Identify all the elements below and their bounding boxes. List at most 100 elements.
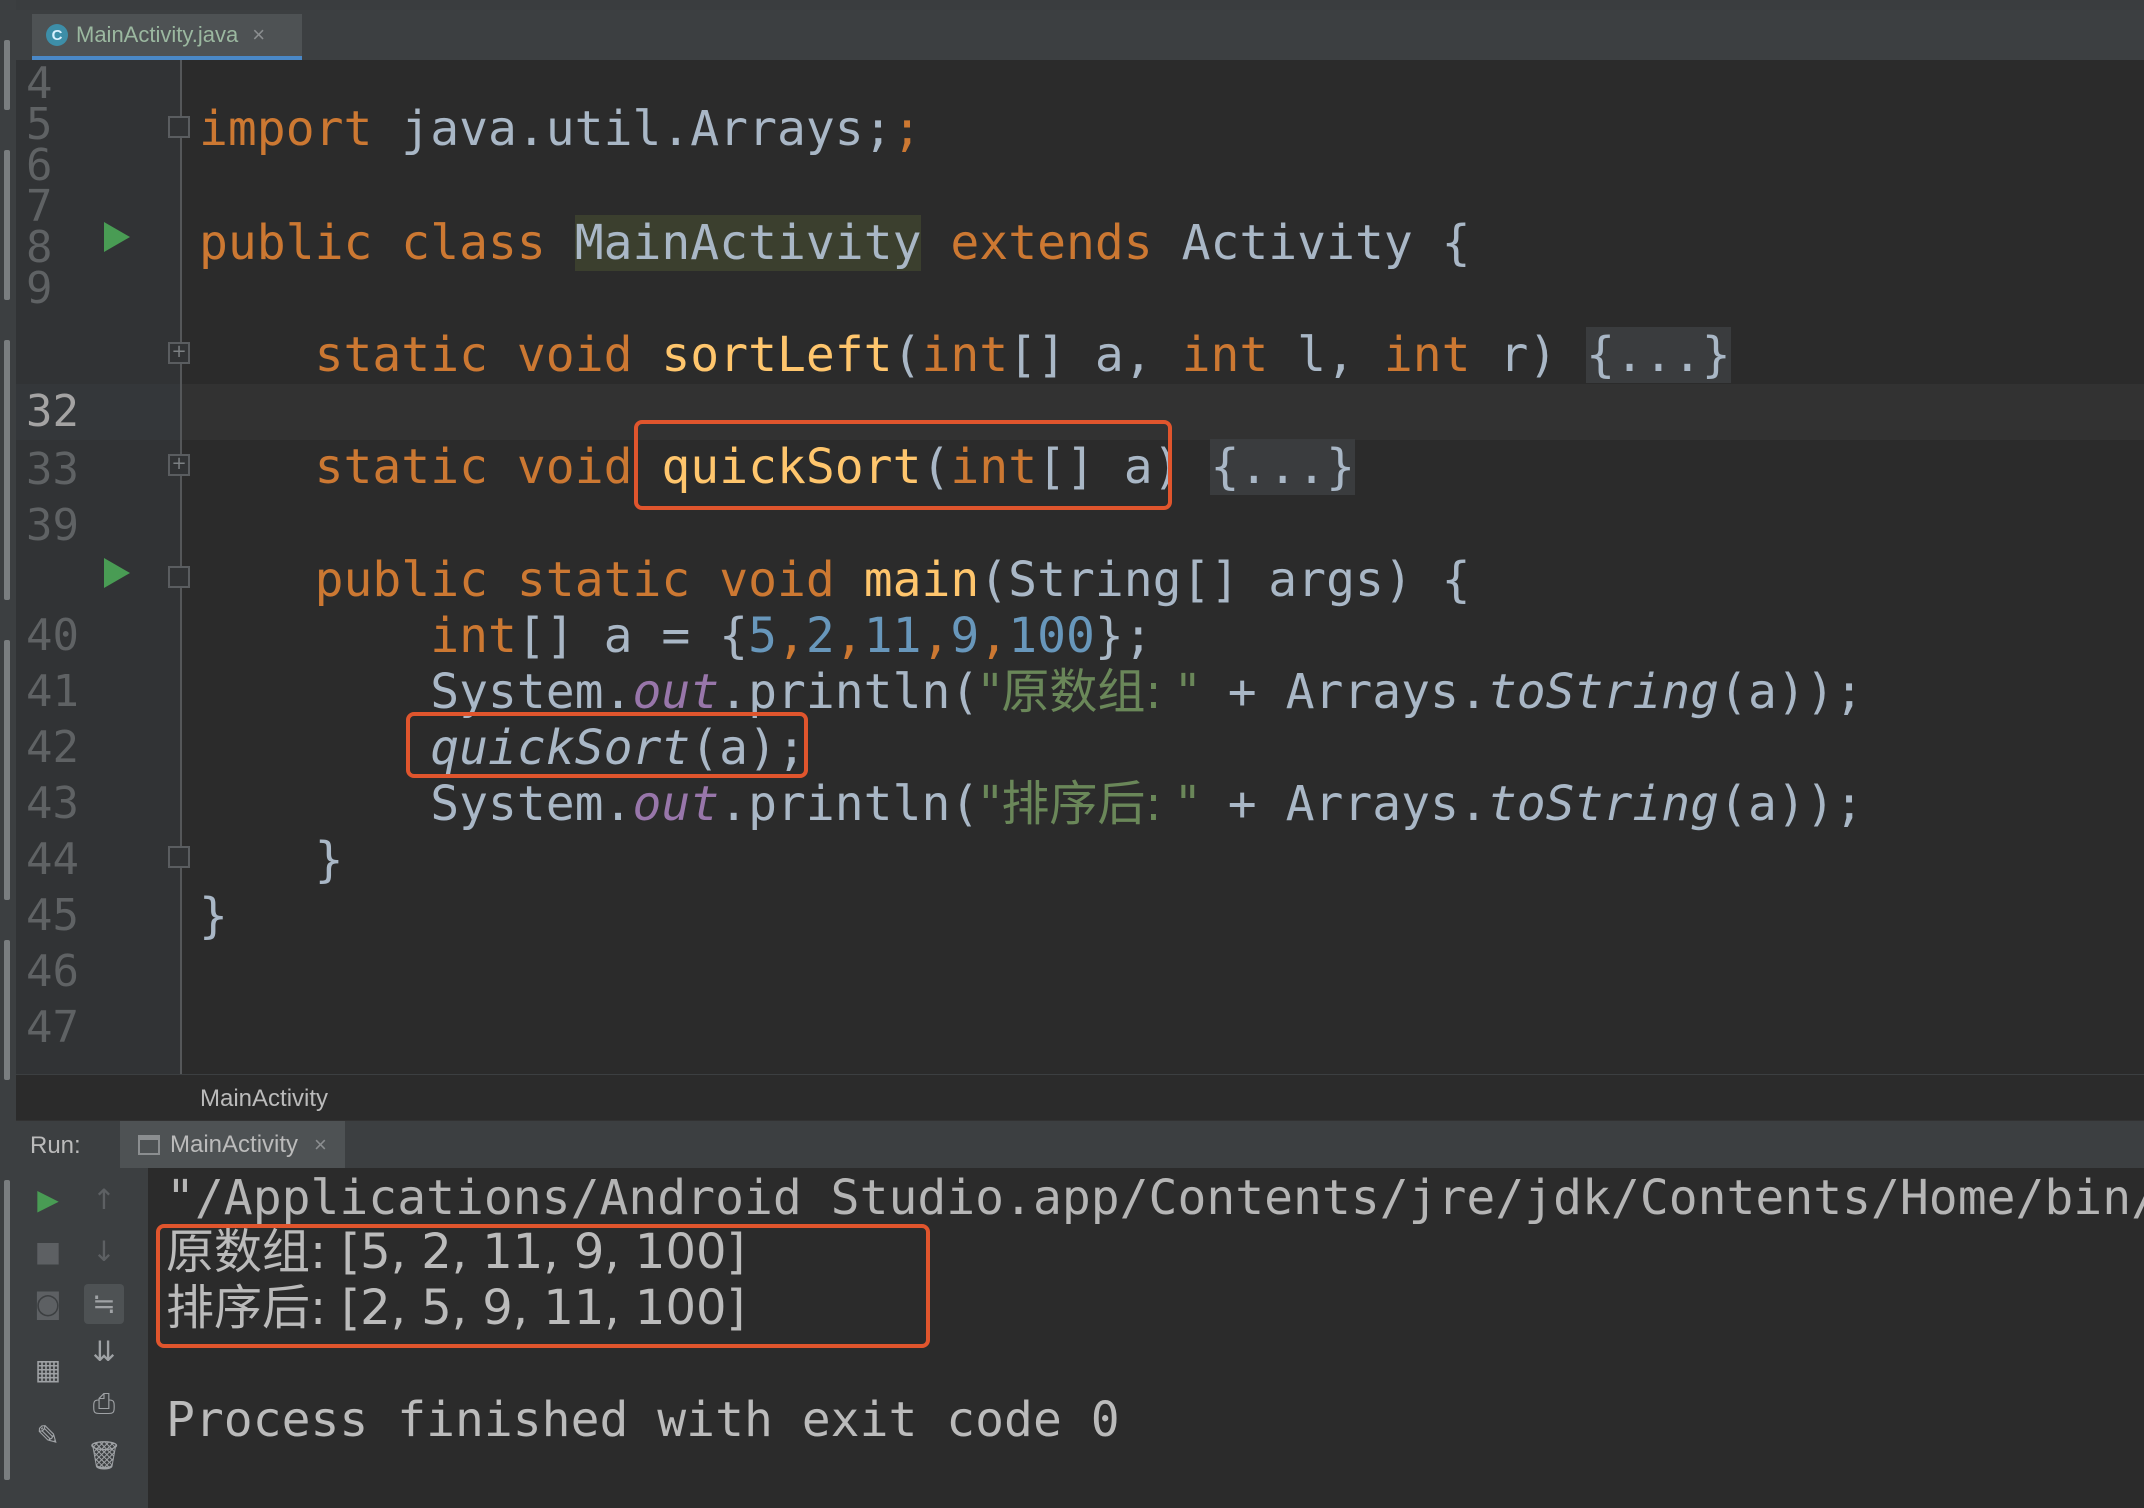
code-line-42: System.out.println("原数组: " + Arrays.toSt… <box>199 664 2144 720</box>
code-text: [] a) <box>1037 439 1211 495</box>
code-line-41: int[] a = {5,2,11,9,100}; <box>199 608 2144 664</box>
code-text: [] a, <box>1008 327 1182 383</box>
folded-region[interactable]: {...} <box>1586 327 1731 383</box>
fold-icon[interactable] <box>168 846 190 868</box>
line-number: 44 <box>26 834 79 885</box>
line-number: 46 <box>26 946 79 997</box>
code-line-46: } <box>199 888 2144 944</box>
trash-icon[interactable]: 🗑 <box>84 1436 124 1476</box>
layout-icon[interactable]: ▦ <box>28 1350 68 1390</box>
number: 100 <box>1008 608 1095 664</box>
run-tab-label: MainActivity <box>170 1131 299 1158</box>
keyword: static <box>314 327 488 383</box>
number: 9 <box>950 608 980 664</box>
method-name: sortLeft <box>661 327 893 383</box>
camera-icon[interactable]: ◙ <box>28 1284 68 1324</box>
line-number: 45 <box>26 890 79 941</box>
static-method: toString <box>1487 664 1720 720</box>
code-text: r) <box>1470 327 1587 383</box>
string-literal: "排序后: " <box>979 776 1199 832</box>
print-icon[interactable]: ⎙ <box>84 1384 124 1424</box>
class-name: MainActivity <box>574 215 922 271</box>
code-text: , <box>921 608 951 664</box>
keyword: static <box>516 552 691 608</box>
navigation-bar <box>16 0 2144 10</box>
scroll-to-end-icon[interactable]: ⇊ <box>84 1332 124 1372</box>
code-text: .println( <box>719 776 980 832</box>
line-number: 40 <box>26 610 79 661</box>
console-output-line: 排序后: [2, 5, 9, 11, 100] <box>166 1280 746 1336</box>
close-icon[interactable]: × <box>252 22 265 48</box>
keyword: int <box>1181 327 1269 383</box>
up-arrow-icon[interactable]: ↑ <box>84 1180 124 1220</box>
tool-window-tab-structure[interactable] <box>4 340 10 600</box>
code-text: System. <box>430 776 633 832</box>
code-text: System. <box>430 664 633 720</box>
code-text: (a); <box>690 720 806 776</box>
line-number: 9 <box>26 263 53 314</box>
breadcrumb: MainActivity <box>16 1074 2144 1121</box>
string-literal: "原数组: " <box>979 664 1199 720</box>
keyword: public <box>314 552 488 608</box>
fold-icon[interactable]: + <box>168 342 190 364</box>
current-line-highlight <box>16 384 2144 440</box>
run-panel-label: Run: <box>30 1132 81 1159</box>
pin-icon[interactable]: ✎ <box>28 1416 68 1456</box>
code-text: + Arrays. <box>1198 776 1488 832</box>
line-number: 33 <box>26 444 79 495</box>
run-gutter-icon[interactable] <box>104 558 130 588</box>
line-number: 43 <box>26 778 79 829</box>
code-line-43: quickSort(a); <box>199 720 2144 776</box>
static-method: quickSort <box>430 720 691 776</box>
line-number: 41 <box>26 666 79 717</box>
keyword: void <box>719 552 835 608</box>
number: 5 <box>748 608 777 664</box>
code-text: (a)); <box>1719 776 1864 832</box>
soft-wrap-icon[interactable]: ≒ <box>84 1284 124 1324</box>
keyword: static <box>314 439 488 495</box>
tool-window-tab-build-variants[interactable] <box>4 940 10 1080</box>
code-text: , <box>979 608 1009 664</box>
code-text: + Arrays. <box>1198 664 1488 720</box>
code-line-9: static void sortLeft(int[] a, int l, int… <box>199 327 2144 383</box>
code-line-5: import java.util.Arrays;; <box>199 101 922 157</box>
run-tab-mainactivity[interactable]: MainActivity × <box>120 1121 345 1169</box>
code-text: Activity { <box>1152 215 1471 271</box>
close-icon[interactable]: × <box>314 1132 327 1158</box>
keyword: public <box>199 215 373 271</box>
code-text: } <box>199 888 228 944</box>
fold-icon[interactable] <box>168 116 190 138</box>
console-output-line: 原数组: [5, 2, 11, 9, 100] <box>166 1224 746 1280</box>
breadcrumb-item[interactable]: MainActivity <box>200 1085 328 1113</box>
editor-tab-mainactivity[interactable]: C MainActivity.java × <box>32 14 302 60</box>
run-gutter-icon[interactable] <box>104 222 130 252</box>
keyword: void <box>516 439 633 495</box>
keyword: class <box>401 215 546 271</box>
keyword: extends <box>950 215 1153 271</box>
fold-icon[interactable] <box>168 566 190 588</box>
code-text: ( <box>921 439 951 495</box>
folded-region[interactable]: {...} <box>1210 439 1355 495</box>
tool-window-tab-layout-captures[interactable] <box>4 640 10 900</box>
code-text: .println( <box>719 664 980 720</box>
rerun-icon[interactable]: ▶ <box>28 1180 68 1220</box>
keyword: void <box>516 327 633 383</box>
code-text: [] a = { <box>516 608 749 664</box>
code-text: java.util.Arrays; <box>372 101 893 157</box>
fold-icon[interactable]: + <box>168 454 190 476</box>
number: 11 <box>863 608 922 664</box>
editor-tab-label: MainActivity.java <box>76 22 239 47</box>
code-line-40: public static void main(String[] args) { <box>199 552 2144 608</box>
down-arrow-icon[interactable]: ↓ <box>84 1232 124 1272</box>
tool-window-tab-favorites[interactable] <box>4 1180 10 1480</box>
line-number: 47 <box>26 1002 79 1053</box>
code-line-45: } <box>199 832 2144 888</box>
stop-icon[interactable]: ■ <box>28 1232 68 1272</box>
console-output[interactable]: "/Applications/Android Studio.app/Conten… <box>148 1168 2144 1508</box>
tool-window-tab-resource-manager[interactable] <box>4 150 10 300</box>
code-line-7: public class MainActivity extends Activi… <box>199 215 2144 271</box>
line-number: 42 <box>26 722 79 773</box>
line-number: 39 <box>26 500 79 551</box>
code-editor[interactable]: 4 5 6 7 8 9 32 33 39 40 41 42 43 44 45 4… <box>16 58 2144 1074</box>
tool-window-tab-project[interactable] <box>4 40 10 110</box>
